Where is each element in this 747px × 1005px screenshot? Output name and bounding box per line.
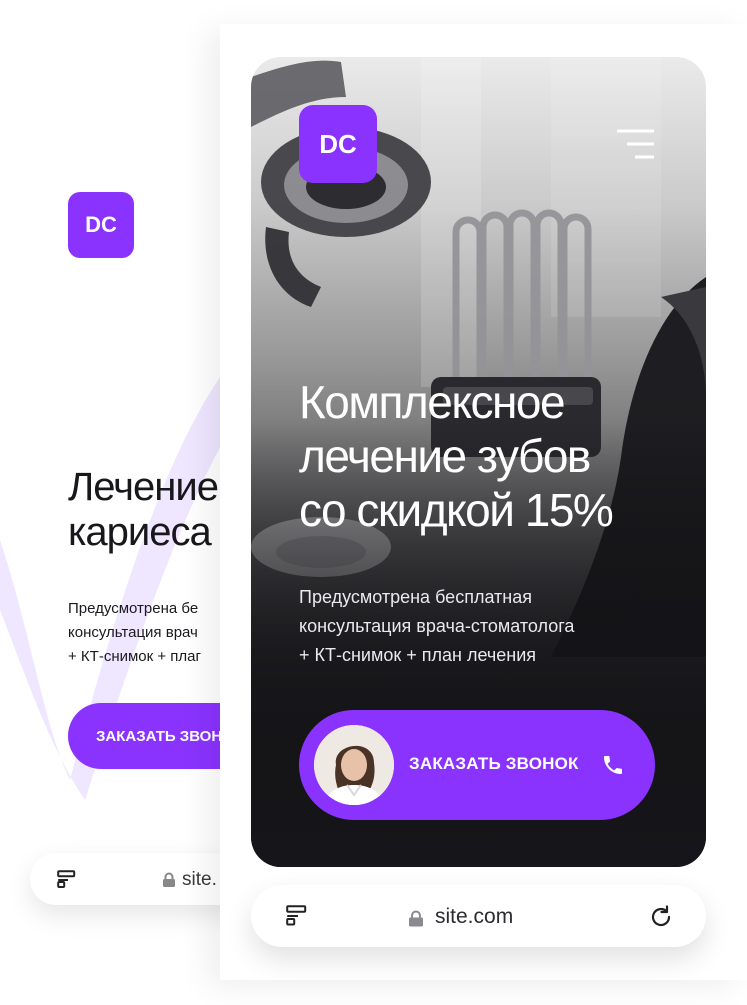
url-text: site.com xyxy=(435,905,514,928)
url-text: site. xyxy=(182,869,217,890)
hamburger-menu-icon[interactable] xyxy=(617,129,655,161)
order-call-label: ЗАКАЗАТЬ ЗВОН xyxy=(96,727,223,745)
tabs-icon[interactable] xyxy=(57,870,77,888)
address-bar[interactable]: site.com xyxy=(251,885,706,947)
hero-title: Комплексное лечение зубов со скидкой 15% xyxy=(299,376,614,536)
logo[interactable]: DC xyxy=(68,192,134,258)
doctor-avatar xyxy=(314,725,394,805)
order-call-label: ЗАКАЗАТЬ ЗВОНОК xyxy=(409,754,579,773)
reload-icon[interactable] xyxy=(648,904,674,930)
tabs-icon[interactable] xyxy=(286,905,308,926)
hero-section: DC Комплексное лечение зубов со скидкой … xyxy=(251,57,706,867)
order-call-button[interactable]: ЗАКАЗАТЬ ЗВОНОК xyxy=(299,710,655,820)
lock-icon xyxy=(409,910,423,927)
logo[interactable]: DC xyxy=(299,105,377,183)
phone-icon xyxy=(604,756,622,774)
lock-icon xyxy=(163,872,175,887)
phone-screen: DC Комплексное лечение зубов со скидкой … xyxy=(220,24,747,980)
hero-subtitle: Предусмотрена бесплатная консультация вр… xyxy=(299,587,575,665)
